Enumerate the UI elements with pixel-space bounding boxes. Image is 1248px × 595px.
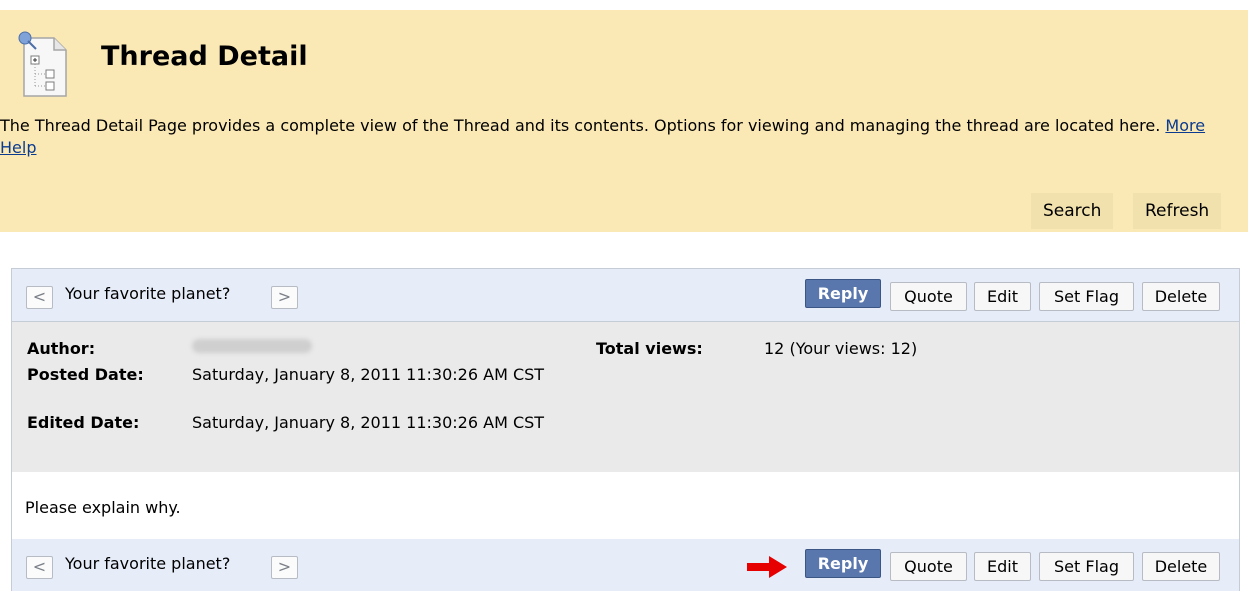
thread-meta: Author: Posted Date: Saturday, January 8… xyxy=(12,322,1239,472)
thread-toolbar-top: < Your favorite planet? > Reply Quote Ed… xyxy=(12,269,1239,322)
search-button[interactable]: Search xyxy=(1031,193,1114,229)
delete-button[interactable]: Delete xyxy=(1142,282,1220,311)
thread-name: Your favorite planet? xyxy=(65,554,231,573)
reply-button[interactable]: Reply xyxy=(805,549,881,578)
page-title: Thread Detail xyxy=(101,41,308,72)
previous-thread-button[interactable]: < xyxy=(26,286,53,309)
page-description: The Thread Detail Page provides a comple… xyxy=(0,115,1240,159)
refresh-button[interactable]: Refresh xyxy=(1133,193,1222,229)
edit-button[interactable]: Edit xyxy=(974,552,1031,581)
quote-button[interactable]: Quote xyxy=(890,552,967,581)
next-thread-button[interactable]: > xyxy=(271,286,298,309)
quote-button[interactable]: Quote xyxy=(890,282,967,311)
thread-panel: < Your favorite planet? > Reply Quote Ed… xyxy=(11,268,1240,591)
page-description-text: The Thread Detail Page provides a comple… xyxy=(0,116,1161,135)
reply-button[interactable]: Reply xyxy=(805,279,881,308)
set-flag-button[interactable]: Set Flag xyxy=(1039,552,1134,581)
page-header: Thread Detail The Thread Detail Page pro… xyxy=(0,10,1248,232)
delete-button[interactable]: Delete xyxy=(1142,552,1220,581)
edit-button[interactable]: Edit xyxy=(974,282,1031,311)
edited-date-label: Edited Date: xyxy=(27,413,140,432)
red-arrow-icon xyxy=(747,556,787,578)
author-label: Author: xyxy=(27,339,96,358)
set-flag-button[interactable]: Set Flag xyxy=(1039,282,1134,311)
total-views-label: Total views: xyxy=(596,339,703,358)
posted-date-value: Saturday, January 8, 2011 11:30:26 AM CS… xyxy=(192,365,545,384)
thread-toolbar-bottom: < Your favorite planet? > Reply Quote Ed… xyxy=(12,539,1239,591)
total-views-value: 12 (Your views: 12) xyxy=(764,339,918,358)
message-body: Please explain why. xyxy=(25,498,181,517)
thread-name: Your favorite planet? xyxy=(65,284,231,303)
author-name-blurred xyxy=(192,339,312,353)
next-thread-button[interactable]: > xyxy=(271,556,298,579)
posted-date-label: Posted Date: xyxy=(27,365,144,384)
previous-thread-button[interactable]: < xyxy=(26,556,53,579)
edited-date-value: Saturday, January 8, 2011 11:30:26 AM CS… xyxy=(192,413,545,432)
thread-detail-page-icon xyxy=(16,30,70,100)
